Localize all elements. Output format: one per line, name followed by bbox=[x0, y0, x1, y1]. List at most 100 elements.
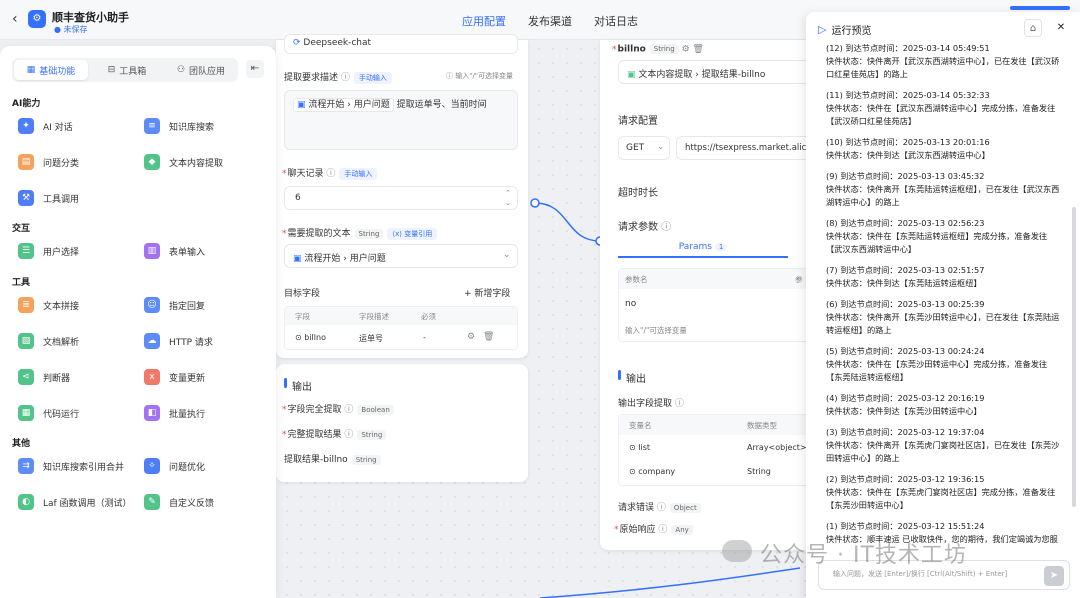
preview-scrollbar[interactable] bbox=[1072, 207, 1076, 507]
top-indicator bbox=[1010, 6, 1070, 10]
node-item[interactable]: ▧ 文档解析 bbox=[18, 333, 79, 349]
node-item[interactable]: ☁ HTTP 请求 bbox=[144, 333, 213, 349]
url-input[interactable]: https://tsexpress.market.alicl bbox=[676, 136, 806, 160]
error-output: 请求错误 ⓘ Object bbox=[618, 500, 701, 513]
preview-title: 运行预览 bbox=[831, 26, 872, 37]
param-row-name[interactable]: no bbox=[625, 299, 636, 309]
node-item[interactable]: ▦ 代码运行 bbox=[18, 405, 79, 421]
log-entry: (3) 到达节点时间：2025-03-12 19:37:04 快件状态：快件离开【… bbox=[826, 426, 1062, 465]
params-header-value: 参 bbox=[795, 275, 803, 284]
log-text: 快件状态：快件离开【武汉东西湖转运中心】，已在发往【武汉硚口红星佳苑店】的路上 bbox=[826, 56, 1060, 79]
node-item-label: 批量执行 bbox=[169, 409, 206, 420]
delete-icon[interactable]: 🗑 bbox=[693, 45, 704, 55]
text-ref-select[interactable]: ▣ 流程开始 › 用户问题 ⌄ bbox=[284, 244, 518, 268]
library-tab-1[interactable]: ⊟ 工具箱 bbox=[90, 58, 164, 82]
node-item[interactable]: ☰ 用户选择 bbox=[18, 243, 79, 259]
node-item-label: 表单输入 bbox=[169, 247, 206, 258]
log-time: (6) 到达节点时间：2025-03-13 00:25:39 bbox=[826, 299, 985, 309]
method-select[interactable]: GET ⌄ bbox=[618, 136, 670, 160]
node-item[interactable]: ◆ 文本内容提取 bbox=[144, 154, 223, 170]
select-chevron-icon: ⌄ bbox=[657, 142, 665, 152]
node-item-label: 判断器 bbox=[43, 373, 71, 384]
variable-icon: x bbox=[144, 369, 160, 385]
node-item[interactable]: ✧ 问题优化 bbox=[144, 458, 205, 474]
node-item[interactable]: ◐ Laf 函数调用（测试） bbox=[18, 494, 132, 510]
node-item[interactable]: ✦ AI 对话 bbox=[18, 118, 73, 134]
node-item-label: 代码运行 bbox=[43, 409, 80, 420]
node-item[interactable]: ⇉ 知识库搜索引用合并 bbox=[18, 458, 124, 474]
top-tab-2[interactable]: 对话日志 bbox=[594, 13, 638, 29]
log-entry: (8) 到达节点时间：2025-03-13 02:56:23 快件状态：快件在【东… bbox=[826, 217, 1062, 256]
node-item[interactable]: ⋖ 判断器 bbox=[18, 369, 70, 385]
history-stepper[interactable]: 6 ⌃ ⌄ bbox=[284, 186, 518, 210]
add-field-button[interactable]: + 新增字段 bbox=[464, 286, 510, 299]
target-header-field: 字段 bbox=[295, 312, 310, 321]
description-ref-tag[interactable]: ▣ 流程开始 › 用户问题 bbox=[293, 98, 394, 112]
node-item[interactable]: ◧ 批量执行 bbox=[144, 405, 205, 421]
extract-node-icon: ▣ bbox=[627, 70, 636, 80]
param-new-input[interactable]: 输入"/"可选择变量 bbox=[625, 325, 687, 336]
node-item[interactable]: ⚒ 工具调用 bbox=[18, 190, 79, 206]
node-item-label: 知识库搜索引用合并 bbox=[43, 462, 125, 473]
node-item-label: 问题优化 bbox=[169, 462, 206, 473]
start-node-icon: ▣ bbox=[293, 254, 302, 264]
delete-icon[interactable]: 🗑 bbox=[483, 332, 494, 342]
knowledge-search-icon: ≡ bbox=[144, 118, 160, 134]
node-item[interactable]: ▥ 表单输入 bbox=[144, 243, 205, 259]
node-item-label: AI 对话 bbox=[43, 122, 73, 133]
text-concat-icon: ≣ bbox=[18, 297, 34, 313]
node-item[interactable]: x 变量更新 bbox=[144, 369, 205, 385]
node-item[interactable]: ☺ 指定回复 bbox=[144, 297, 205, 313]
library-tab-0[interactable]: ▦ 基础功能 bbox=[14, 60, 88, 80]
batch-icon: ◧ bbox=[144, 405, 160, 421]
play-icon: ▷ bbox=[818, 23, 827, 36]
output-extract-label: 输出字段提取 ⓘ bbox=[618, 399, 684, 409]
description-editor[interactable]: ▣ 流程开始 › 用户问题 提取运单号、当前时间 bbox=[284, 90, 518, 150]
description-mode-chip[interactable]: 手动输入 bbox=[353, 71, 392, 84]
http-node-card[interactable]: *billno String ⚙ 🗑 ▣ 文本内容提取 › 提取结果-billno… bbox=[600, 40, 807, 550]
url-value: https://tsexpress.market.alicl bbox=[685, 143, 806, 153]
text-mode-chip[interactable]: ⟨x⟩ 变量引用 bbox=[387, 227, 438, 240]
section-title: 其他 bbox=[12, 439, 31, 449]
close-icon[interactable]: ✕ bbox=[1052, 19, 1070, 37]
settings-icon[interactable]: ⚙ bbox=[682, 45, 690, 55]
history-mode-chip[interactable]: 手动输入 bbox=[339, 167, 378, 180]
params-table: 参数名 参 no 输入"/"可选择变量 bbox=[618, 268, 807, 342]
log-entry: (12) 到达节点时间：2025-03-14 05:49:51 快件状态：快件离开… bbox=[826, 42, 1062, 81]
collapse-panel-icon[interactable]: ⇤ bbox=[246, 60, 264, 78]
node-item[interactable]: ✎ 自定义反馈 bbox=[144, 494, 214, 510]
model-select[interactable]: ⟳ Deepseek-chat bbox=[284, 34, 518, 54]
top-tab-1[interactable]: 发布渠道 bbox=[528, 13, 572, 29]
top-tab-0[interactable]: 应用配置 bbox=[462, 13, 506, 29]
node-item[interactable]: ≡ 知识库搜索 bbox=[144, 118, 214, 134]
log-time: (12) 到达节点时间：2025-03-14 05:49:51 bbox=[826, 43, 990, 53]
log-time: (11) 到达节点时间：2025-03-14 05:32:33 bbox=[826, 90, 990, 100]
target-desc: 运单号 bbox=[359, 334, 383, 343]
toolbox-icon: ⊟ bbox=[107, 65, 116, 75]
ai-chat-icon: ✦ bbox=[18, 118, 34, 134]
target-required: - bbox=[423, 333, 426, 342]
stepper-arrows-icon[interactable]: ⌃ ⌄ bbox=[505, 188, 511, 208]
log-text: 快件状态：快件离开【东莞沙田转运中心】，已在发往【东莞陆运转运枢纽】的路上 bbox=[826, 312, 1060, 335]
output-header-name: 变量名 bbox=[629, 421, 652, 430]
settings-icon[interactable]: ⚙ bbox=[467, 332, 475, 342]
param-ref-select[interactable]: ▣ 文本内容提取 › 提取结果-billno bbox=[618, 60, 806, 84]
send-icon[interactable]: ➤ bbox=[1044, 566, 1064, 586]
clear-icon[interactable]: ⌂ bbox=[1024, 19, 1042, 37]
app-title: 顺丰查货小助手 bbox=[52, 11, 129, 24]
back-arrow-icon[interactable]: ‹ bbox=[12, 11, 18, 27]
wechat-icon bbox=[722, 540, 752, 562]
extract-node-card[interactable]: ⟳ Deepseek-chat 提取要求描述 ⓘ 手动输入 ⓘ 输入"/"可选择变… bbox=[276, 34, 528, 358]
chat-input-placeholder: 输入问题，发送 [Enter]/换行 [Ctrl(Alt/Shift) + En… bbox=[833, 570, 1008, 578]
node-item[interactable]: ▤ 问题分类 bbox=[18, 154, 79, 170]
node-item-label: Laf 函数调用（测试） bbox=[43, 498, 132, 509]
model-icon: ⟳ bbox=[293, 38, 301, 48]
app-switch-chevron-icon[interactable]: ⌄ bbox=[122, 9, 130, 19]
node-item-label: HTTP 请求 bbox=[169, 337, 213, 348]
select-chevron-icon: ⌄ bbox=[503, 250, 511, 260]
grid-icon: ▦ bbox=[26, 65, 36, 75]
library-tab-2[interactable]: ⚇ 团队应用 bbox=[164, 58, 238, 82]
log-time: (5) 到达节点时间：2025-03-13 00:24:24 bbox=[826, 346, 985, 356]
params-tab[interactable]: Params 1 bbox=[618, 238, 788, 258]
node-item[interactable]: ≣ 文本拼接 bbox=[18, 297, 79, 313]
